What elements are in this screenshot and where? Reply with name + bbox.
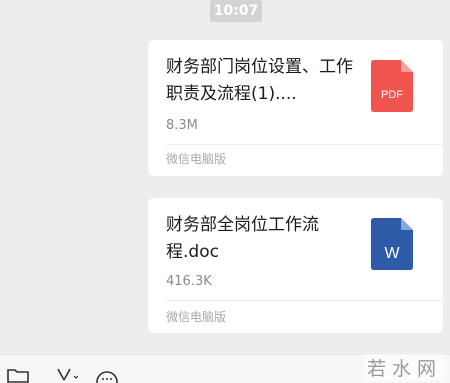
scissors-icon[interactable] [54,367,78,383]
divider [166,144,443,145]
file-size: 8.3M [166,118,198,133]
file-type-label: PDF [381,89,403,101]
file-name: 财务部门岗位设置、工作职责及流程(1).... [166,57,353,104]
pdf-file-icon: PDF [371,60,413,112]
file-type-label: W [384,245,400,262]
divider [166,300,443,301]
file-message-card[interactable]: 财务部门岗位设置、工作职责及流程(1).... 8.3M PDF 微信电脑版 [148,40,443,176]
message-timestamp: 10:07 [210,0,262,22]
emoji-icon[interactable] [94,369,120,383]
message-source: 微信电脑版 [166,152,227,166]
file-message-card[interactable]: 财务部全岗位工作流程.doc 416.3K W 微信电脑版 [148,198,443,333]
folder-icon[interactable] [6,367,32,383]
word-file-icon: W [371,218,413,270]
file-size: 416.3K [166,274,212,289]
watermark: 若水网 [364,354,444,381]
file-name: 财务部全岗位工作流程.doc [166,215,319,262]
message-source: 微信电脑版 [166,310,227,324]
